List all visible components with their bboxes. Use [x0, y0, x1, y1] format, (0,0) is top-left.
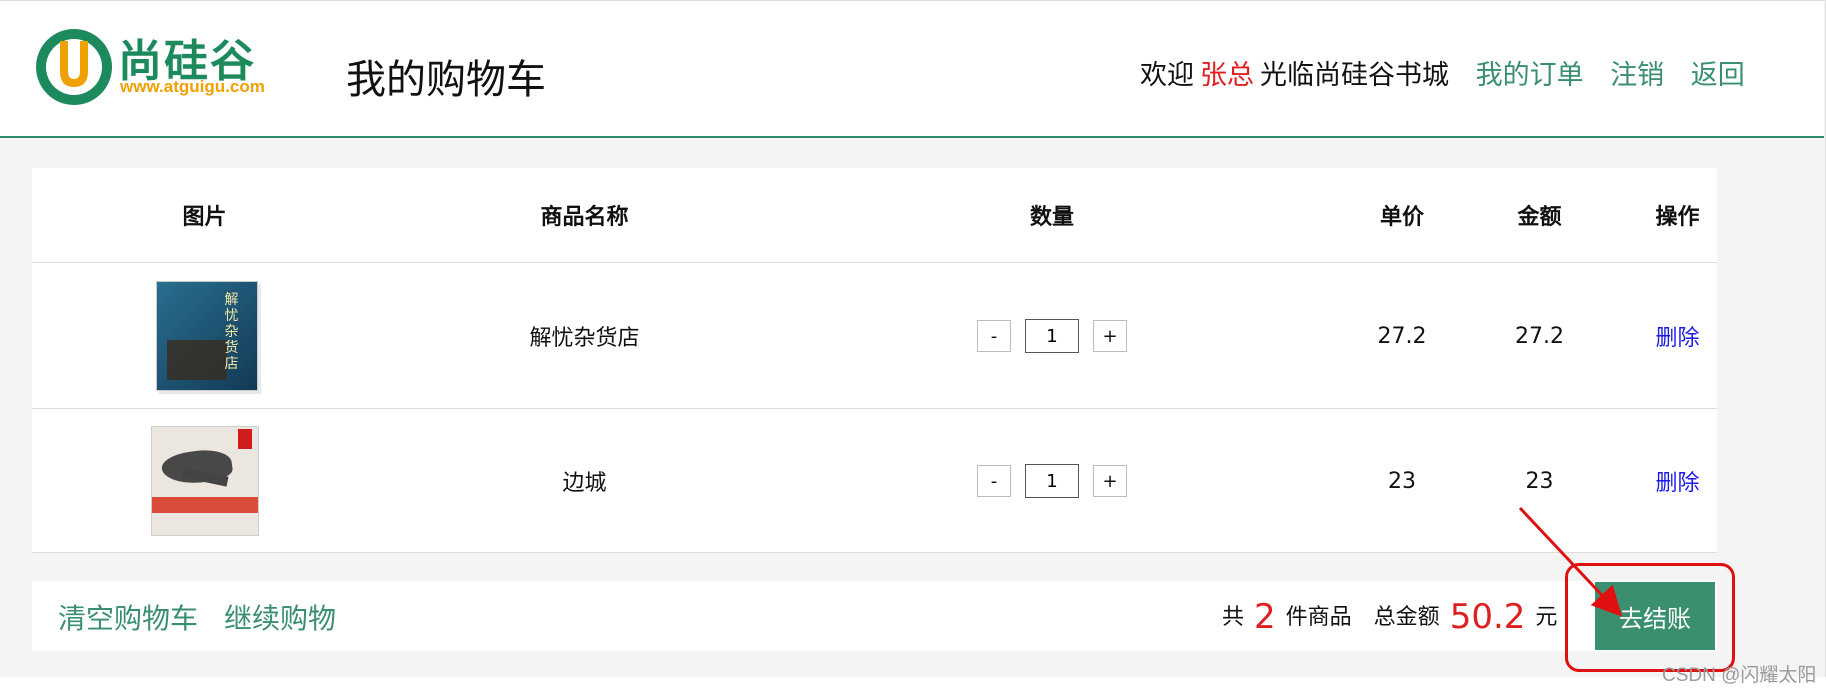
quantity-input[interactable]: [1025, 464, 1079, 498]
column-header-name: 商品名称: [540, 205, 629, 230]
watermark: CSDN @闪耀太阳: [1662, 665, 1817, 686]
table-row: 边城 - + 23 23 删除: [32, 410, 1717, 553]
logo-url: www.atguigu.com: [120, 77, 265, 96]
my-orders-link[interactable]: 我的订单: [1476, 60, 1584, 91]
table-row: 解忧杂货店 解忧杂货店 - + 27.2 27.2 删除: [32, 264, 1717, 409]
user-nav: 欢迎 张总 光临尚硅谷书城 我的订单 注销 返回: [1140, 53, 1751, 92]
unit-price: 27.2: [1377, 323, 1427, 349]
quantity-stepper: - +: [977, 319, 1127, 353]
total-label: 总金额: [1373, 605, 1440, 630]
logo-u-icon: [36, 29, 112, 105]
count-prefix: 共: [1222, 605, 1245, 630]
page-title: 我的购物车: [346, 57, 546, 103]
count-suffix: 件商品: [1285, 605, 1352, 630]
decrease-quantity-button[interactable]: -: [977, 465, 1011, 497]
product-name: 边城: [562, 471, 607, 496]
item-count: 2: [1254, 597, 1276, 637]
column-header-quantity: 数量: [1029, 205, 1074, 230]
book-cover-title: 解忧杂货店: [224, 292, 239, 372]
decrease-quantity-button[interactable]: -: [977, 320, 1011, 352]
welcome-prefix: 欢迎: [1140, 60, 1194, 91]
cart-footer: 清空购物车 继续购物 共 2 件商品 总金额 50.2 元 去结账: [32, 581, 1717, 651]
increase-quantity-button[interactable]: +: [1093, 465, 1127, 497]
column-header-image: 图片: [182, 205, 227, 230]
delete-item-link[interactable]: 删除: [1655, 320, 1699, 352]
unit-price: 23: [1388, 468, 1416, 494]
site-logo[interactable]: 尚硅谷 www.atguigu.com: [34, 25, 302, 109]
increase-quantity-button[interactable]: +: [1093, 320, 1127, 352]
product-name: 解忧杂货店: [529, 326, 640, 351]
site-header: 尚硅谷 www.atguigu.com 我的购物车 欢迎 张总 光临尚硅谷书城 我的…: [0, 1, 1824, 138]
user-name: 张总: [1200, 60, 1254, 91]
back-link[interactable]: 返回: [1691, 60, 1745, 91]
column-header-unit-price: 单价: [1379, 205, 1424, 230]
cart-table: 图片 商品名称 数量 单价 金额 操作 解忧杂货店 解忧杂货店 - + 27.2…: [32, 168, 1717, 553]
delete-item-link[interactable]: 删除: [1655, 465, 1699, 497]
quantity-input[interactable]: [1025, 319, 1079, 353]
cart-summary: 共 2 件商品 总金额 50.2 元: [1222, 597, 1557, 637]
clear-cart-link[interactable]: 清空购物车: [58, 597, 198, 637]
item-amount: 27.2: [1515, 323, 1564, 349]
column-header-action: 操作: [1655, 205, 1700, 230]
book-cover-image: [150, 426, 259, 536]
quantity-stepper: - +: [977, 464, 1127, 498]
book-cover-image: 解忧杂货店: [155, 281, 258, 391]
annotation-highlight-box: [1565, 563, 1735, 672]
column-header-amount: 金额: [1517, 205, 1562, 230]
continue-shopping-link[interactable]: 继续购物: [224, 597, 336, 637]
table-header-row: 图片 商品名称 数量 单价 金额 操作: [32, 168, 1717, 263]
welcome-suffix: 光临尚硅谷书城: [1260, 60, 1449, 91]
logout-link[interactable]: 注销: [1610, 60, 1664, 91]
